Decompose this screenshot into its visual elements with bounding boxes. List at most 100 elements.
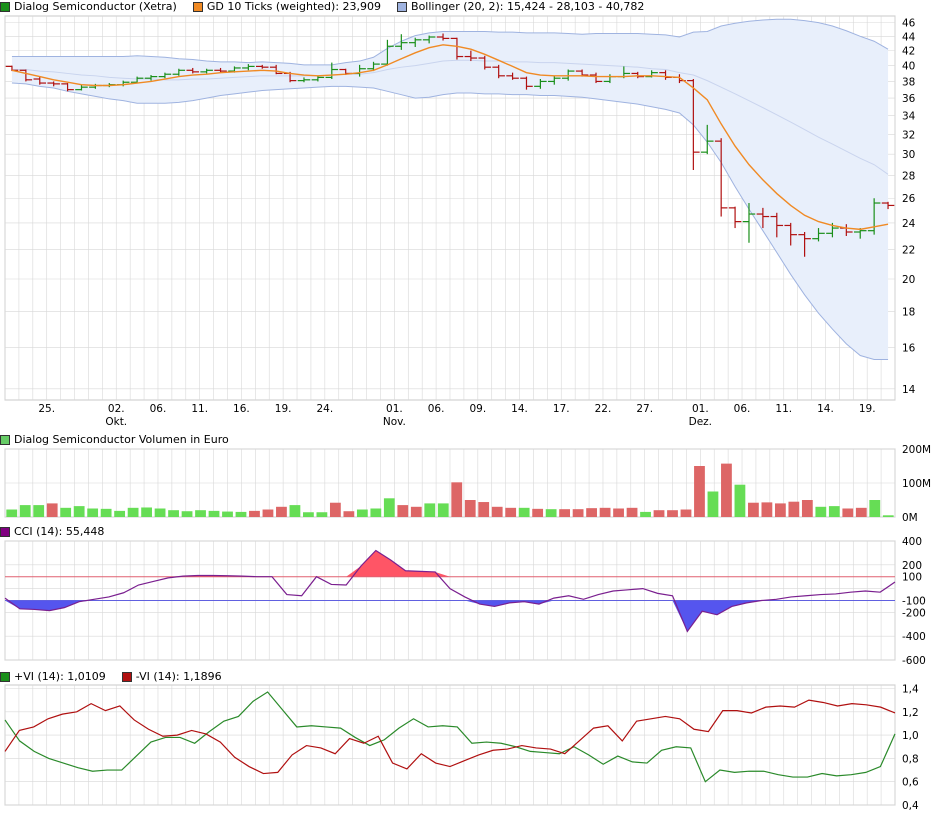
date-tick-label: 14. bbox=[511, 403, 528, 415]
volume-bar bbox=[356, 509, 368, 517]
volume-bar bbox=[855, 507, 867, 517]
volume-bar bbox=[235, 511, 247, 517]
volume-bar bbox=[640, 511, 651, 517]
volume-bar bbox=[788, 501, 800, 517]
date-tick-label: 11. bbox=[775, 403, 792, 415]
volume-bar bbox=[437, 503, 449, 517]
volume-bar bbox=[195, 510, 206, 517]
volume-bar bbox=[694, 466, 705, 517]
price-y-tick-label: 40 bbox=[902, 61, 915, 73]
volume-bar bbox=[491, 506, 503, 517]
volume-bar bbox=[478, 502, 490, 517]
cci-y-tick-label: -400 bbox=[902, 631, 926, 643]
volume-bar bbox=[329, 502, 341, 517]
volume-bar bbox=[19, 505, 31, 517]
volume-bar bbox=[882, 515, 894, 517]
price-y-tick-label: 30 bbox=[902, 149, 915, 161]
volume-bar bbox=[586, 508, 597, 517]
volume-bar bbox=[262, 509, 274, 517]
volume-bar bbox=[572, 509, 584, 517]
date-tick-label: 25. bbox=[38, 403, 55, 415]
cci-level-label-minus100: -100 bbox=[902, 596, 926, 608]
volume-bar bbox=[626, 507, 638, 517]
volume-bar bbox=[222, 511, 233, 517]
volume-bar bbox=[168, 510, 179, 517]
volume-bar bbox=[815, 506, 827, 517]
volume-bar bbox=[464, 500, 476, 517]
price-y-tick-label: 42 bbox=[902, 46, 915, 58]
date-tick-label: 11. bbox=[191, 403, 208, 415]
volume-bar bbox=[842, 508, 854, 517]
price-y-tick-label: 18 bbox=[902, 306, 915, 318]
price-y-tick-label: 14 bbox=[902, 384, 916, 396]
volume-bar bbox=[316, 512, 328, 517]
date-tick-label: 24. bbox=[316, 403, 333, 415]
volume-bar bbox=[545, 509, 557, 517]
cci-y-tick-label: 400 bbox=[902, 536, 922, 548]
volume-bar bbox=[869, 500, 881, 517]
volume-bar bbox=[653, 510, 665, 517]
volume-bar bbox=[6, 509, 18, 517]
volume-bar bbox=[599, 507, 611, 517]
date-tick-label: 01. bbox=[692, 403, 709, 415]
volume-bar bbox=[451, 482, 463, 517]
price-y-tick-label: 36 bbox=[902, 93, 916, 105]
volume-bar bbox=[613, 508, 624, 517]
volume-bar bbox=[518, 507, 530, 517]
month-tick-label: Dez. bbox=[689, 416, 712, 428]
vi-y-tick-label: 1,2 bbox=[902, 707, 919, 719]
date-tick-label: 01. bbox=[386, 403, 403, 415]
month-tick-label: Okt. bbox=[105, 416, 127, 428]
volume-bar bbox=[343, 511, 355, 517]
volume-bar bbox=[87, 508, 99, 517]
price-y-tick-label: 16 bbox=[902, 343, 916, 355]
volume-bar bbox=[410, 506, 422, 517]
volume-bar bbox=[370, 508, 382, 517]
cci-level-label-100: 100 bbox=[902, 572, 922, 584]
volume-bar bbox=[707, 491, 719, 517]
price-y-tick-label: 34 bbox=[902, 111, 916, 123]
volume-bar bbox=[774, 503, 786, 517]
price-y-tick-label: 38 bbox=[902, 76, 915, 88]
price-y-tick-label: 20 bbox=[902, 274, 915, 286]
price-y-tick-label: 24 bbox=[902, 218, 916, 230]
price-y-tick-label: 26 bbox=[902, 193, 916, 205]
volume-bar bbox=[33, 505, 45, 517]
volume-bar bbox=[532, 508, 544, 517]
date-tick-label: 02. bbox=[108, 403, 125, 415]
volume-bar bbox=[721, 463, 732, 517]
price-y-tick-label: 46 bbox=[902, 18, 916, 30]
volume-bar bbox=[141, 507, 152, 517]
date-tick-label: 16. bbox=[233, 403, 250, 415]
vi-y-tick-label: 1,4 bbox=[902, 683, 919, 695]
volume-bar bbox=[73, 506, 85, 517]
vi-y-tick-label: 1,0 bbox=[902, 730, 919, 742]
volume-bar bbox=[559, 509, 571, 517]
volume-bar bbox=[303, 512, 314, 517]
volume-bar bbox=[181, 511, 193, 517]
date-tick-label: 17. bbox=[553, 403, 570, 415]
vi-y-tick-label: 0,4 bbox=[902, 800, 919, 812]
volume-bar bbox=[828, 506, 840, 517]
price-y-tick-label: 44 bbox=[902, 31, 916, 43]
volume-bar bbox=[761, 502, 773, 517]
date-tick-label: 19. bbox=[859, 403, 876, 415]
volume-bar bbox=[208, 510, 220, 517]
price-y-tick-label: 28 bbox=[902, 170, 915, 182]
volume-bar bbox=[154, 508, 166, 517]
volume-bar bbox=[734, 484, 746, 517]
volume-bar bbox=[667, 510, 678, 517]
volume-bar bbox=[748, 502, 759, 517]
date-tick-label: 06. bbox=[428, 403, 445, 415]
volume-bar bbox=[680, 509, 692, 517]
price-y-tick-label: 22 bbox=[902, 245, 915, 257]
date-tick-label: 27. bbox=[636, 403, 653, 415]
volume-bar bbox=[60, 507, 72, 517]
volume-bar bbox=[127, 507, 139, 517]
volume-bar bbox=[114, 510, 126, 517]
volume-bar bbox=[424, 503, 436, 517]
volume-y-tick-label: 100M bbox=[902, 478, 931, 490]
cci-y-tick-label: 200 bbox=[902, 560, 922, 572]
date-tick-label: 09. bbox=[469, 403, 486, 415]
date-tick-label: 19. bbox=[275, 403, 292, 415]
